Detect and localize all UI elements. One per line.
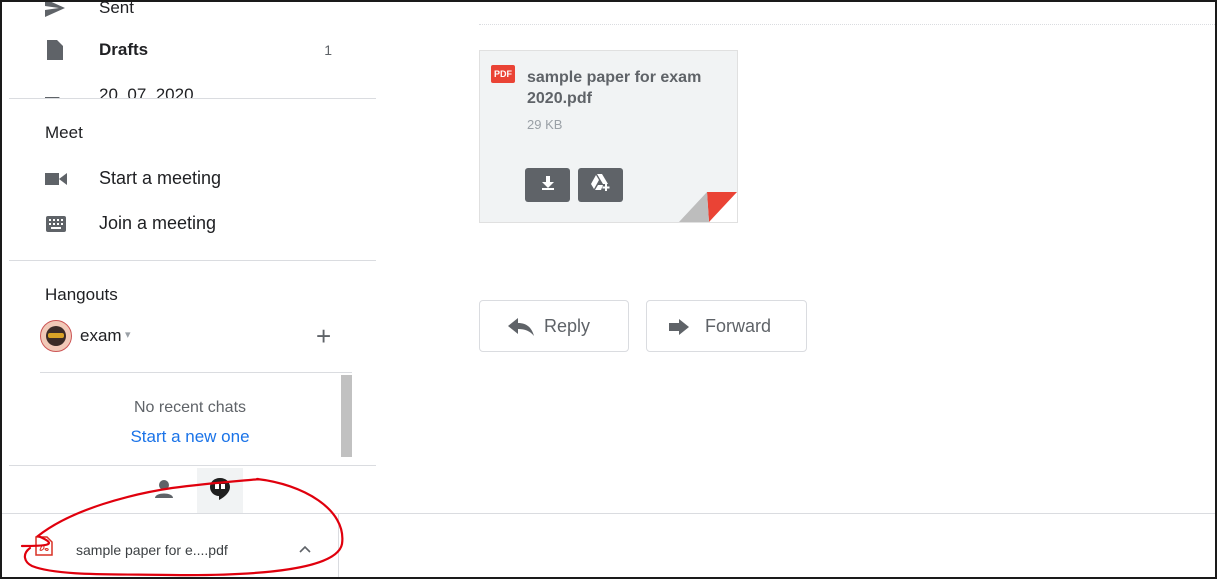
tab-contacts[interactable] — [141, 468, 187, 514]
sidebar-item-sent[interactable]: Sent — [2, 0, 376, 24]
reply-icon — [508, 317, 534, 337]
drive-add-icon — [590, 173, 611, 197]
pdf-file-icon — [35, 536, 53, 556]
hangouts-title: Hangouts — [45, 285, 118, 304]
draft-icon — [45, 40, 65, 60]
hangouts-user-row: exam ▾ + — [40, 320, 340, 352]
tab-hangouts[interactable] — [197, 468, 243, 514]
forward-icon — [669, 317, 695, 337]
download-file-name: sample paper for e....pdf — [76, 542, 228, 558]
send-icon — [45, 2, 65, 18]
download-button[interactable] — [525, 168, 570, 202]
keyboard-icon — [45, 215, 67, 233]
person-icon — [154, 479, 174, 504]
chat-list: No recent chats Start a new one — [40, 372, 352, 458]
app-window: Sent Drafts 1 20_07_2020 Meet Start a me… — [0, 0, 1217, 579]
reply-label: Reply — [544, 316, 591, 336]
start-new-chat-link[interactable]: Start a new one — [40, 427, 340, 447]
start-meeting-item[interactable]: Start a meeting — [2, 162, 376, 196]
add-chat-icon[interactable]: + — [316, 320, 331, 352]
reply-button[interactable]: Reply — [479, 300, 629, 352]
hangouts-user-name[interactable]: exam — [80, 326, 122, 346]
section-divider — [9, 260, 376, 261]
forward-label: Forward — [705, 316, 772, 336]
hangouts-quote-icon — [209, 477, 231, 506]
scrollbar[interactable] — [341, 375, 352, 457]
join-meeting-item[interactable]: Join a meeting — [2, 207, 376, 241]
sidebar-item-drafts[interactable]: Drafts 1 — [2, 34, 376, 66]
section-divider — [9, 98, 376, 99]
avatar[interactable] — [40, 320, 72, 352]
attachment-card[interactable]: PDF sample paper for exam 2020.pdf 29 KB — [479, 50, 738, 223]
empty-chats-text: No recent chats — [133, 399, 247, 416]
sidebar-item-label: 20_07_2020 — [99, 85, 194, 98]
video-camera-icon — [45, 170, 67, 188]
drafts-count: 1 — [324, 42, 332, 58]
hangouts-footer-tabs — [9, 465, 376, 514]
card-corner-fold — [679, 192, 737, 222]
sidebar: Sent Drafts 1 20_07_2020 Meet Start a me… — [2, 2, 376, 514]
download-bar: sample paper for e....pdf — [2, 513, 1215, 577]
download-icon — [541, 175, 555, 195]
sidebar-item-label: Sent — [99, 0, 134, 17]
download-item[interactable]: sample paper for e....pdf — [2, 514, 339, 577]
forward-button[interactable]: Forward — [646, 300, 807, 352]
message-divider — [479, 24, 1215, 25]
save-to-drive-button[interactable] — [578, 168, 623, 202]
attachment-size: 29 KB — [527, 117, 563, 132]
attachment-name: sample paper for exam 2020.pdf — [527, 69, 702, 107]
chevron-down-icon[interactable]: ▾ — [125, 328, 131, 341]
start-meeting-label: Start a meeting — [99, 168, 222, 188]
chevron-up-icon[interactable] — [297, 542, 313, 556]
meet-title: Meet — [45, 123, 83, 142]
sidebar-item-label: Drafts — [99, 40, 149, 59]
join-meeting-label: Join a meeting — [99, 213, 217, 233]
pdf-icon: PDF — [491, 65, 515, 83]
sidebar-item-label-folder[interactable]: 20_07_2020 — [2, 82, 376, 98]
